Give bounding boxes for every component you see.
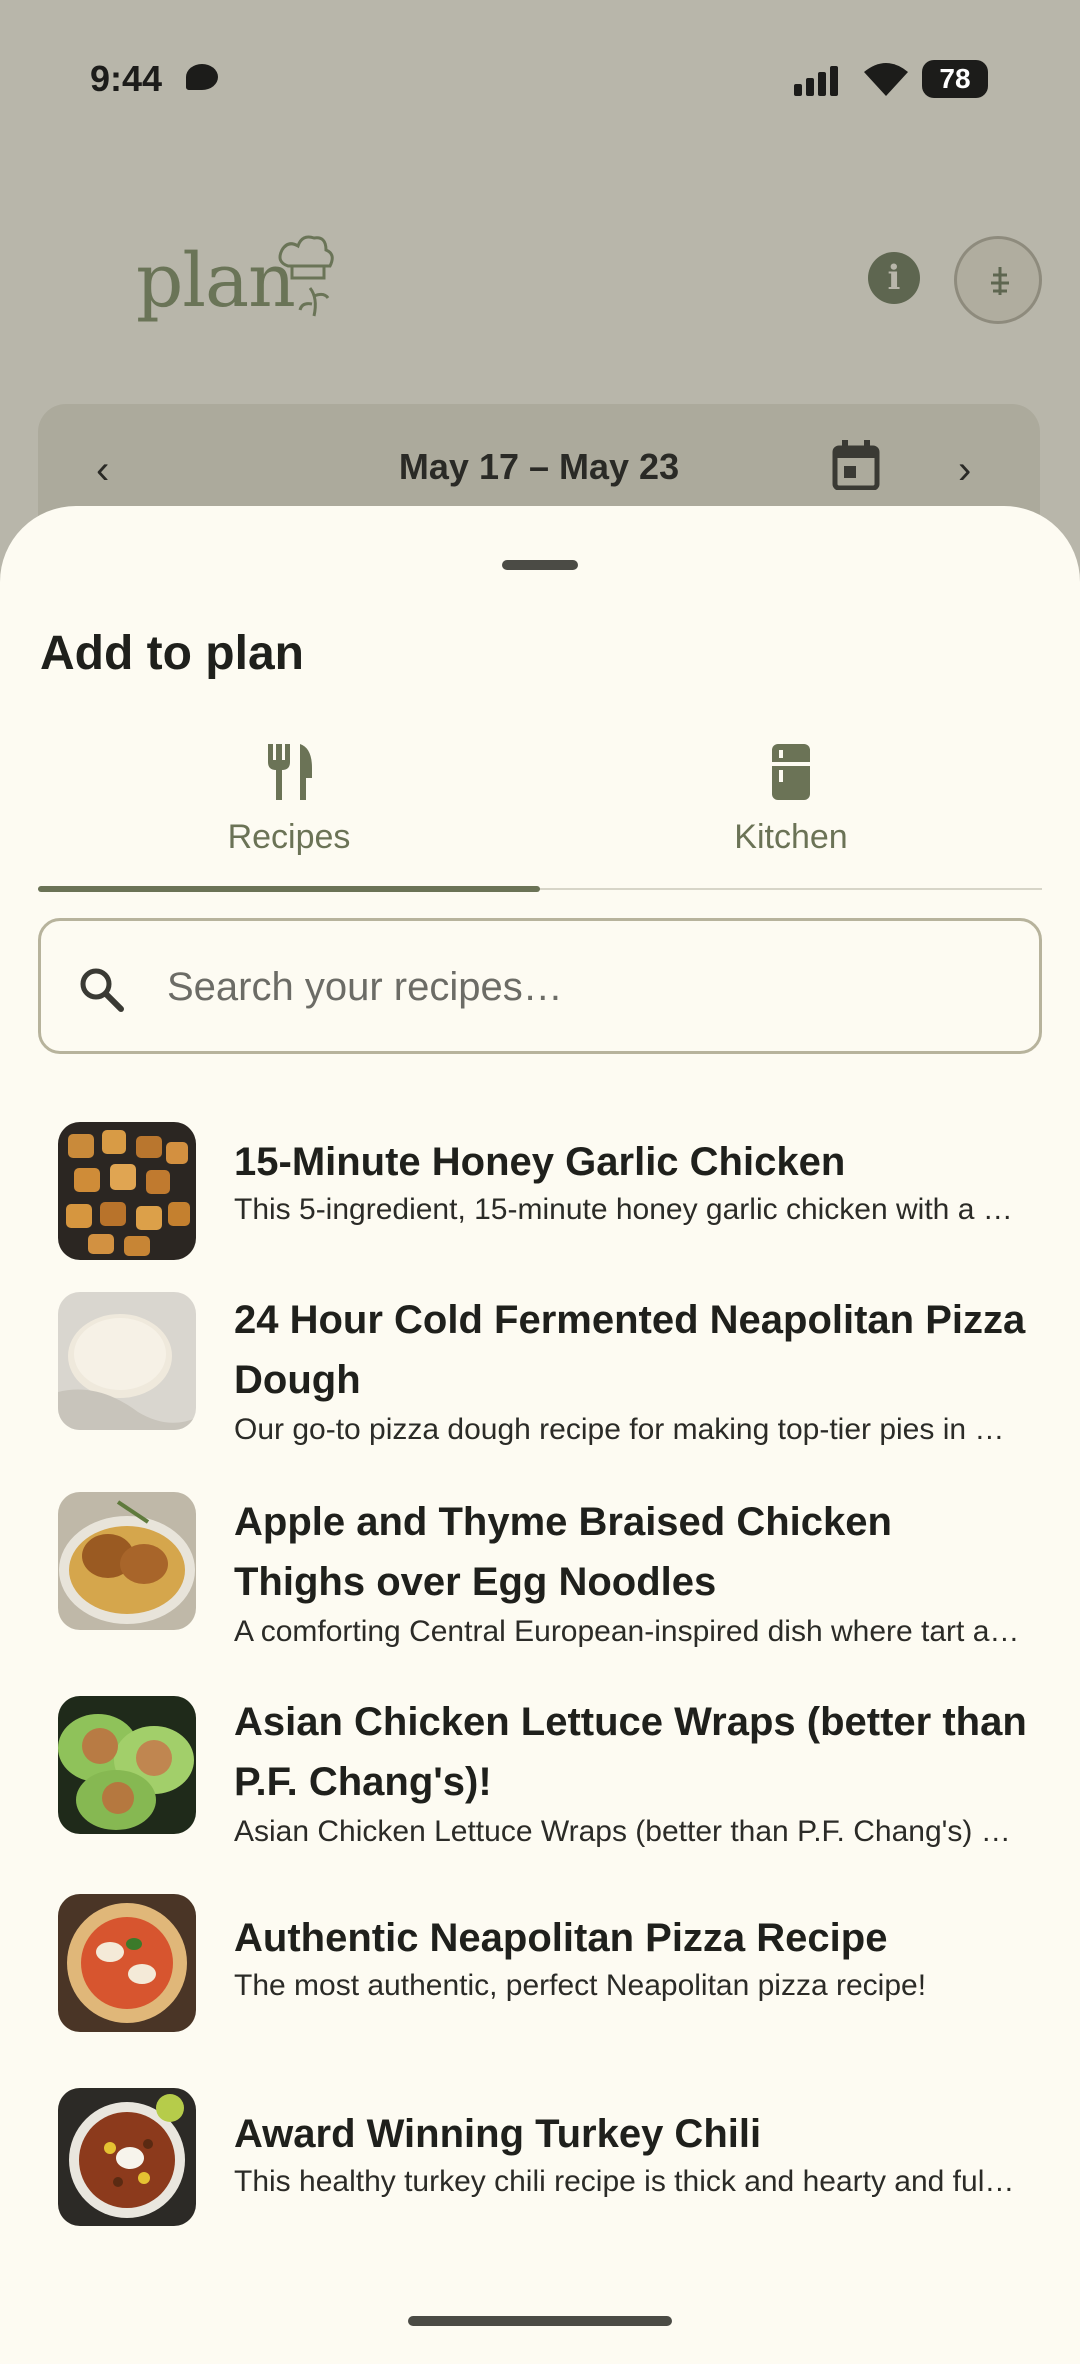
drag-handle[interactable] — [502, 560, 578, 570]
recipe-row[interactable]: Award Winning Turkey Chili This healthy … — [0, 2074, 1080, 2274]
recipe-title: Apple and Thyme Braised Chicken Thighs o… — [234, 1500, 892, 1604]
turkey-chili-photo — [58, 2088, 196, 2226]
profile-icon — [991, 267, 1009, 295]
pizza-dough-photo — [58, 1292, 196, 1430]
braised-chicken-photo — [58, 1492, 196, 1630]
recipe-title: 15-Minute Honey Garlic Chicken — [234, 1140, 846, 1184]
message-notification-icon — [186, 64, 218, 90]
info-icon: i — [887, 258, 901, 298]
battery-indicator: 78 — [922, 60, 988, 98]
recipe-title: Authentic Neapolitan Pizza Recipe — [234, 1916, 888, 1960]
tab-recipes-label: Recipes — [227, 818, 351, 856]
neapolitan-pizza-photo — [58, 1894, 196, 2032]
recipe-description: This 5-ingredient, 15-minute honey garli… — [234, 1193, 1020, 1226]
home-indicator[interactable] — [408, 2316, 672, 2326]
tab-kitchen[interactable]: Kitchen — [540, 734, 1042, 890]
fork-knife-icon — [268, 744, 312, 800]
tab-kitchen-label: Kitchen — [734, 818, 848, 856]
wifi-icon — [864, 63, 908, 96]
recipe-description: Our go-to pizza dough recipe for making … — [234, 1413, 1020, 1446]
recipe-title: Asian Chicken Lettuce Wraps (better than… — [234, 1700, 1027, 1804]
recipe-description: This healthy turkey chili recipe is thic… — [234, 2165, 1020, 2198]
recipe-row[interactable]: 24 Hour Cold Fermented Neapolitan Pizza … — [0, 1272, 1080, 1472]
honey-garlic-chicken-photo — [58, 1122, 196, 1260]
tab-bar: Recipes Kitchen — [38, 734, 1042, 892]
lettuce-wraps-photo — [58, 1696, 196, 1834]
recipe-title: 24 Hour Cold Fermented Neapolitan Pizza … — [234, 1298, 1026, 1402]
recipe-description: The most authentic, perfect Neapolitan p… — [234, 1969, 927, 2002]
add-to-plan-sheet: Add to plan Recipes Kitchen Search your … — [0, 506, 1080, 2364]
calendar-icon[interactable] — [832, 440, 880, 490]
fridge-icon — [772, 744, 810, 800]
recipe-row[interactable]: 15-Minute Honey Garlic Chicken This 5-in… — [0, 1102, 1080, 1272]
recipe-row[interactable]: Apple and Thyme Braised Chicken Thighs o… — [0, 1474, 1080, 1678]
tab-recipes[interactable]: Recipes — [38, 734, 540, 892]
recipe-search-box[interactable] — [38, 918, 1042, 1054]
recipe-title: Award Winning Turkey Chili — [234, 2112, 762, 2156]
status-time: 9:44 — [90, 58, 163, 99]
search-input[interactable] — [167, 953, 1007, 1021]
profile-button[interactable] — [954, 236, 1042, 324]
sheet-title: Add to plan — [40, 627, 304, 680]
search-icon — [80, 968, 124, 1012]
app-logo: plan — [136, 228, 336, 328]
logo-text: plan — [136, 238, 296, 324]
recipe-description: A comforting Central European-inspired d… — [234, 1615, 1020, 1648]
recipe-description: Asian Chicken Lettuce Wraps (better than… — [234, 1815, 1020, 1848]
chevron-right-icon[interactable]: › — [958, 448, 971, 493]
recipe-row[interactable]: Asian Chicken Lettuce Wraps (better than… — [0, 1678, 1080, 1878]
info-button[interactable]: i — [868, 252, 920, 304]
week-range-label: May 17 – May 23 — [398, 446, 680, 487]
chef-hat-icon — [278, 235, 334, 317]
cell-signal-icon — [794, 66, 838, 96]
recipe-row[interactable]: Authentic Neapolitan Pizza Recipe The mo… — [0, 1878, 1080, 2074]
selected-tab-indicator — [38, 886, 540, 892]
status-bar: 9:44 78 — [0, 0, 1080, 160]
